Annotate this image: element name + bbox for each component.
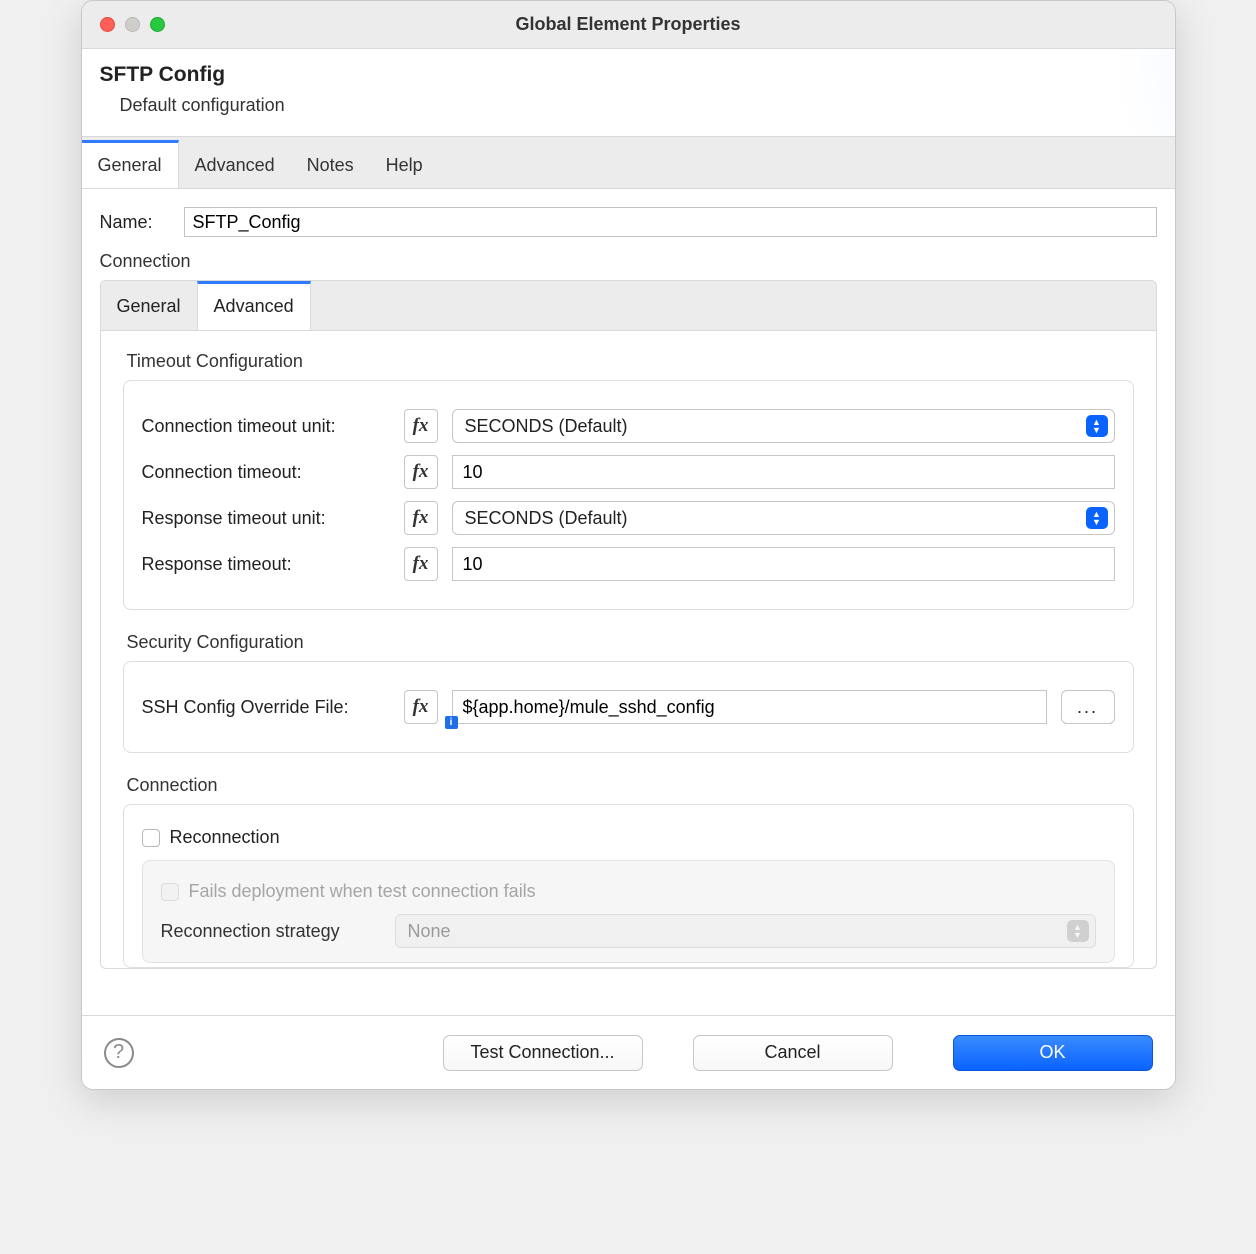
fails-deploy-row: Fails deployment when test connection fa… xyxy=(161,881,1096,902)
fails-deploy-checkbox xyxy=(161,883,179,901)
main-tabs: General Advanced Notes Help xyxy=(82,137,1175,189)
ssh-override-row: SSH Config Override File: fx i ... xyxy=(142,690,1115,724)
connection-body: Timeout Configuration Connection timeout… xyxy=(101,331,1156,968)
security-group-label: Security Configuration xyxy=(127,632,1134,653)
dialog-header: SFTP Config Default configuration xyxy=(82,49,1175,137)
conn-timeout-input[interactable] xyxy=(452,455,1115,489)
browse-button[interactable]: ... xyxy=(1061,690,1115,724)
reconnection-strategy-row: Reconnection strategy None ▲▼ xyxy=(161,914,1096,948)
conn-timeout-unit-row: Connection timeout unit: fx SECONDS (Def… xyxy=(142,409,1115,443)
close-icon[interactable] xyxy=(100,17,115,32)
resp-timeout-unit-select[interactable]: SECONDS (Default) ▲▼ xyxy=(452,501,1115,535)
conn-timeout-unit-value: SECONDS (Default) xyxy=(465,416,628,437)
chevron-updown-icon: ▲▼ xyxy=(1086,507,1108,529)
chevron-updown-icon: ▲▼ xyxy=(1086,415,1108,437)
connection-section-label: Connection xyxy=(100,251,1157,272)
tab-help[interactable]: Help xyxy=(370,140,439,188)
reconnection-checkbox[interactable] xyxy=(142,829,160,847)
header-decoration xyxy=(995,49,1175,136)
resp-timeout-unit-label: Response timeout unit: xyxy=(142,508,390,529)
fx-button[interactable]: fx xyxy=(404,501,438,535)
fx-button[interactable]: fx xyxy=(404,409,438,443)
conn-tab-general[interactable]: General xyxy=(101,281,197,330)
reconnection-strategy-value: None xyxy=(408,921,451,942)
conn-tab-advanced[interactable]: Advanced xyxy=(197,281,311,330)
connection-group: Reconnection Fails deployment when test … xyxy=(123,804,1134,968)
tab-general[interactable]: General xyxy=(82,140,179,188)
minimize-icon xyxy=(125,17,140,32)
reconnection-strategy-label: Reconnection strategy xyxy=(161,921,381,942)
timeout-group: Connection timeout unit: fx SECONDS (Def… xyxy=(123,380,1134,610)
ssh-override-label: SSH Config Override File: xyxy=(142,697,390,718)
ok-button[interactable]: OK xyxy=(953,1035,1153,1071)
reconnection-label: Reconnection xyxy=(170,827,280,848)
reconnection-row: Reconnection xyxy=(142,827,1115,848)
reconnection-strategy-select: None ▲▼ xyxy=(395,914,1096,948)
conn-timeout-label: Connection timeout: xyxy=(142,462,390,483)
fails-deploy-label: Fails deployment when test connection fa… xyxy=(189,881,536,902)
titlebar: Global Element Properties xyxy=(82,1,1175,49)
window-title: Global Element Properties xyxy=(82,14,1175,35)
conn-timeout-unit-label: Connection timeout unit: xyxy=(142,416,390,437)
resp-timeout-input[interactable] xyxy=(452,547,1115,581)
timeout-group-label: Timeout Configuration xyxy=(127,351,1134,372)
tab-notes[interactable]: Notes xyxy=(291,140,370,188)
conn-timeout-unit-select[interactable]: SECONDS (Default) ▲▼ xyxy=(452,409,1115,443)
info-icon: i xyxy=(445,716,458,729)
ssh-override-input[interactable] xyxy=(452,690,1047,724)
connection-tabs: General Advanced xyxy=(101,281,1156,331)
connection-group-label: Connection xyxy=(127,775,1134,796)
dialog-body: Name: Connection General Advanced Timeou… xyxy=(82,189,1175,1015)
fx-button[interactable]: fx xyxy=(404,690,438,724)
chevron-updown-icon: ▲▼ xyxy=(1067,920,1089,942)
security-group: SSH Config Override File: fx i ... xyxy=(123,661,1134,753)
resp-timeout-unit-value: SECONDS (Default) xyxy=(465,508,628,529)
name-row: Name: xyxy=(100,207,1157,237)
help-button[interactable]: ? xyxy=(104,1038,134,1068)
test-connection-button[interactable]: Test Connection... xyxy=(443,1035,643,1071)
reconnection-subpanel: Fails deployment when test connection fa… xyxy=(142,860,1115,963)
resp-timeout-label: Response timeout: xyxy=(142,554,390,575)
dialog-window: Global Element Properties SFTP Config De… xyxy=(81,0,1176,1090)
dialog-footer: ? Test Connection... Cancel OK xyxy=(82,1015,1175,1089)
zoom-icon[interactable] xyxy=(150,17,165,32)
fx-button[interactable]: fx xyxy=(404,455,438,489)
connection-panel: General Advanced Timeout Configuration C… xyxy=(100,280,1157,969)
tab-advanced[interactable]: Advanced xyxy=(179,140,291,188)
resp-timeout-row: Response timeout: fx xyxy=(142,547,1115,581)
cancel-button[interactable]: Cancel xyxy=(693,1035,893,1071)
fx-button[interactable]: fx xyxy=(404,547,438,581)
window-controls xyxy=(100,17,165,32)
name-label: Name: xyxy=(100,212,170,233)
name-input[interactable] xyxy=(184,207,1157,237)
resp-timeout-unit-row: Response timeout unit: fx SECONDS (Defau… xyxy=(142,501,1115,535)
conn-timeout-row: Connection timeout: fx xyxy=(142,455,1115,489)
